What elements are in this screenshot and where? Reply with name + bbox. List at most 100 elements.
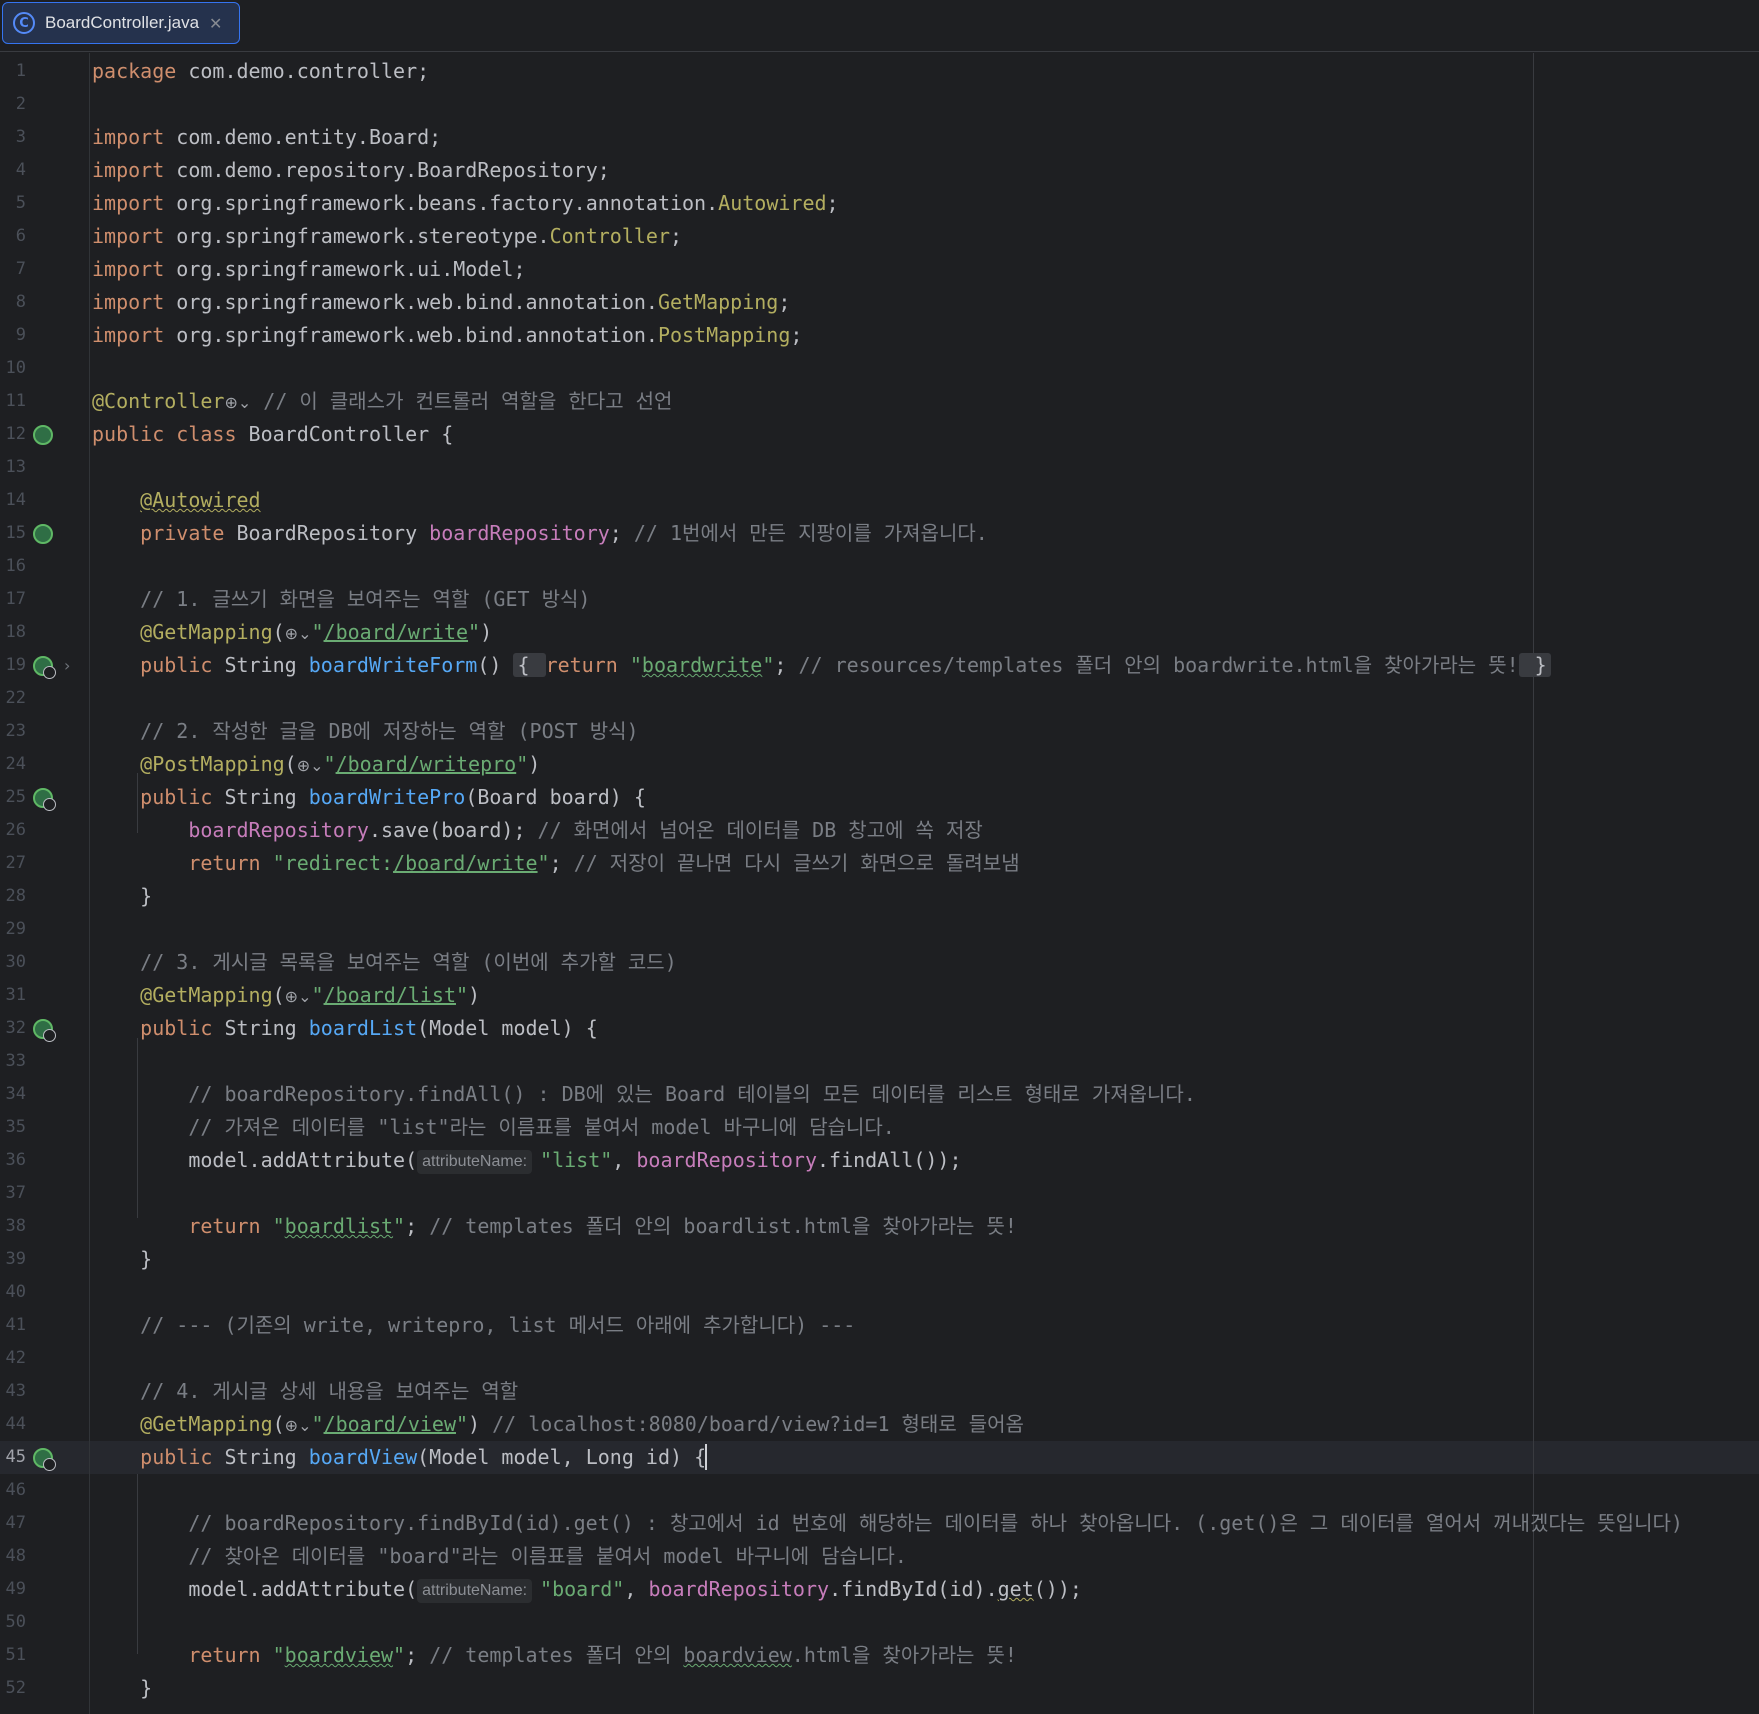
code-line[interactable]: 46 xyxy=(0,1474,1759,1507)
code-token: @Autowired xyxy=(140,488,261,512)
code-token: boardList xyxy=(308,1016,418,1040)
code-token: ; xyxy=(778,290,791,314)
code-line[interactable]: 47 // boardRepository.findById(id).get()… xyxy=(0,1507,1759,1540)
code-line[interactable]: 28 } xyxy=(0,880,1759,913)
code-line[interactable]: 45 public String boardView(Model model, … xyxy=(0,1441,1759,1474)
code-token: org.springframework.web.bind.annotation. xyxy=(176,290,658,314)
code-line[interactable]: 42 xyxy=(0,1342,1759,1375)
code-text: boardRepository.save(board); // 화면에서 넘어온… xyxy=(92,814,982,847)
line-number: 6 xyxy=(15,226,26,246)
code-line[interactable]: 31 @GetMapping(⊕⌄"/board/list") xyxy=(0,979,1759,1012)
code-line[interactable]: 23 // 2. 작성한 글을 DB에 저장하는 역할 (POST 방식) xyxy=(0,715,1759,748)
fold-chevron-icon[interactable]: › xyxy=(64,649,70,682)
web-endpoint-icon[interactable] xyxy=(33,656,56,679)
code-line[interactable]: 25 public String boardWritePro(Board boa… xyxy=(0,781,1759,814)
code-token: ()); xyxy=(1033,1577,1082,1601)
code-token: org.springframework.ui.Model; xyxy=(176,257,526,281)
code-line[interactable]: 36 model.addAttribute(attributeName: "lis… xyxy=(0,1144,1759,1177)
code-line[interactable]: 38 return "boardlist"; // templates 폴더 안… xyxy=(0,1210,1759,1243)
code-token: import xyxy=(92,125,177,149)
code-line[interactable]: 9 import org.springframework.web.bind.ann… xyxy=(0,319,1759,352)
code-line[interactable]: 29 xyxy=(0,913,1759,946)
globe-endpoint-icon[interactable]: ⊕⌄ xyxy=(285,617,312,650)
code-line[interactable]: 7 import org.springframework.ui.Model; xyxy=(0,253,1759,286)
web-endpoint-icon[interactable] xyxy=(33,1019,56,1042)
code-line[interactable]: 34 // boardRepository.findAll() : DB에 있는… xyxy=(0,1078,1759,1111)
code-editor[interactable]: 1 package com.demo.controller; 2 3 import co… xyxy=(0,53,1759,1714)
code-line[interactable]: 52 } xyxy=(0,1672,1759,1705)
code-line[interactable]: 10 xyxy=(0,352,1759,385)
code-line[interactable]: 3 import com.demo.entity.Board; xyxy=(0,121,1759,154)
code-line[interactable]: 26 boardRepository.save(board); // 화면에서 … xyxy=(0,814,1759,847)
code-text: @PostMapping(⊕⌄"/board/writepro") xyxy=(92,748,540,782)
code-line[interactable]: 13 xyxy=(0,451,1759,484)
code-line[interactable]: 30 // 3. 게시글 목록을 보여주는 역할 (이번에 추가할 코드) xyxy=(0,946,1759,979)
code-token: public class xyxy=(92,422,249,446)
code-line[interactable]: 32 public String boardList(Model model) … xyxy=(0,1012,1759,1045)
code-text: private BoardRepository boardRepository;… xyxy=(92,517,988,550)
code-line[interactable]: 48 // 찾아온 데이터를 "board"라는 이름표를 붙여서 model … xyxy=(0,1540,1759,1573)
code-text: // 2. 작성한 글을 DB에 저장하는 역할 (POST 방식) xyxy=(92,715,638,748)
code-text: import org.springframework.beans.factory… xyxy=(92,187,839,220)
code-line[interactable]: 8 import org.springframework.web.bind.ann… xyxy=(0,286,1759,319)
code-text: @Autowired xyxy=(92,484,261,517)
code-text: return "boardlist"; // templates 폴더 안의 b… xyxy=(92,1210,1017,1243)
spring-bean-icon[interactable] xyxy=(33,425,53,445)
code-line[interactable]: 22 xyxy=(0,682,1759,715)
line-number: 7 xyxy=(15,259,26,279)
globe-endpoint-icon[interactable]: ⊕⌄ xyxy=(285,1409,312,1442)
code-line[interactable]: 14 @Autowired xyxy=(0,484,1759,517)
code-line[interactable]: 11 @Controller⊕⌄ // 이 클래스가 컨트롤러 역할을 한다고 선… xyxy=(0,385,1759,418)
code-line[interactable]: 16 xyxy=(0,550,1759,583)
code-line[interactable]: 2 xyxy=(0,88,1759,121)
code-line[interactable]: 24 @PostMapping(⊕⌄"/board/writepro") xyxy=(0,748,1759,781)
tab-boardcontroller[interactable]: C BoardController.java ✕ xyxy=(2,2,240,44)
code-line[interactable]: 17 // 1. 글쓰기 화면을 보여주는 역할 (GET 방식) xyxy=(0,583,1759,616)
globe-endpoint-icon[interactable]: ⊕⌄ xyxy=(224,386,251,419)
line-number: 34 xyxy=(5,1084,26,1104)
code-line[interactable]: 19 › public String boardWriteForm() { ret… xyxy=(0,649,1759,682)
code-line[interactable]: 6 import org.springframework.stereotype.C… xyxy=(0,220,1759,253)
line-number: 18 xyxy=(5,622,26,642)
code-line[interactable]: 35 // 가져온 데이터를 "list"라는 이름표를 붙여서 model 바… xyxy=(0,1111,1759,1144)
globe-endpoint-icon[interactable]: ⊕⌄ xyxy=(297,749,324,782)
code-line[interactable]: 37 xyxy=(0,1177,1759,1210)
code-line[interactable]: 40 xyxy=(0,1276,1759,1309)
code-token: boardWriteForm xyxy=(308,653,478,677)
code-line[interactable]: 1 package com.demo.controller; xyxy=(0,55,1759,88)
code-token: " xyxy=(762,653,775,677)
code-line[interactable]: 5 import org.springframework.beans.factor… xyxy=(0,187,1759,220)
line-number: 41 xyxy=(5,1315,26,1335)
web-endpoint-icon[interactable] xyxy=(33,788,56,811)
code-token: } xyxy=(92,884,153,908)
code-line[interactable]: 12 public class BoardController { xyxy=(0,418,1759,451)
web-endpoint-icon[interactable] xyxy=(33,1448,56,1471)
code-line[interactable]: 51 return "boardview"; // templates 폴더 안… xyxy=(0,1639,1759,1672)
line-number: 52 xyxy=(5,1678,26,1698)
line-number: 9 xyxy=(15,325,26,345)
code-line[interactable]: 39 } xyxy=(0,1243,1759,1276)
code-line[interactable]: 41 // --- (기존의 write, writepro, list 메서드… xyxy=(0,1309,1759,1342)
code-token: " xyxy=(629,653,642,677)
code-token: import xyxy=(92,257,177,281)
code-token: } xyxy=(92,1247,153,1271)
code-text: } xyxy=(92,1243,152,1276)
code-line[interactable]: 4 import com.demo.repository.BoardReposit… xyxy=(0,154,1759,187)
code-line[interactable]: 33 xyxy=(0,1045,1759,1078)
close-icon[interactable]: ✕ xyxy=(209,14,222,33)
code-line[interactable]: 18 @GetMapping(⊕⌄"/board/write") xyxy=(0,616,1759,649)
code-line[interactable]: 44 @GetMapping(⊕⌄"/board/view") // local… xyxy=(0,1408,1759,1441)
code-line[interactable]: 43 // 4. 게시글 상세 내용을 보여주는 역할 xyxy=(0,1375,1759,1408)
line-number: 44 xyxy=(5,1414,26,1434)
globe-endpoint-icon[interactable]: ⊕⌄ xyxy=(285,980,312,1013)
parameter-hint: attributeName: xyxy=(417,1579,533,1603)
code-line[interactable]: 27 return "redirect:/board/write"; // 저장… xyxy=(0,847,1759,880)
code-line[interactable]: 50 xyxy=(0,1606,1759,1639)
code-line[interactable]: 49 model.addAttribute(attributeName: "boa… xyxy=(0,1573,1759,1606)
code-line[interactable]: 15 private BoardRepository boardReposito… xyxy=(0,517,1759,550)
spring-bean-icon[interactable] xyxy=(33,524,53,544)
